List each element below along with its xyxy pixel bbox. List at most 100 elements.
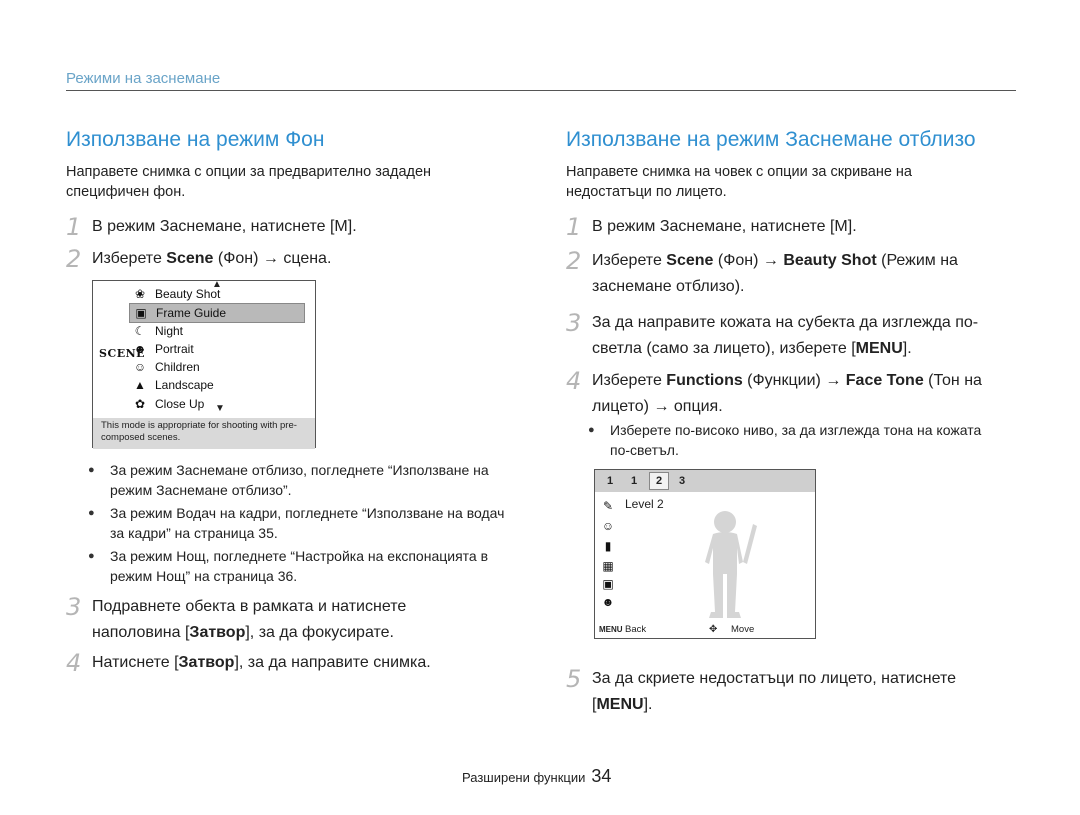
step-text-part: ], за да фокусирате. [245,624,394,641]
step-text: Натиснете [Затвор], за да направите сним… [92,650,431,676]
face-tone-icon[interactable]: ✎ [600,498,616,514]
step-text: Изберете Scene (Фон) → сцена. [92,246,331,272]
left-column: Използване на режим Фон Направете снимка… [66,128,526,676]
menu-item-label: Portrait [155,342,194,356]
face-tone-screen: 1 1 2 3 ✎ Level 2 ☺ ▮ ▦ ▣ ☻ MENU Back ✥ [594,469,816,639]
step-text: В режим Заснемане, натиснете [M]. [92,218,357,235]
right-step-4: 4 Изберете Functions (Функции) → Face To… [566,368,1026,420]
right-step-2: 2 Изберете Scene (Фон) → Beauty Shot (Ре… [566,248,1026,300]
menu-item-children[interactable]: ☺ Children [129,358,303,376]
closeup-icon: ✿ [134,397,146,411]
step-text: За да скриете недостатъци по лицето, нат… [592,666,1012,718]
menu-tab-bar: 1 1 2 3 [595,470,815,492]
back-button[interactable]: Back [625,622,646,638]
tab-camera-3[interactable]: 3 [673,473,691,489]
scene-menu-screen: SCENE ▲ ❀ Beauty Shot ▣ Frame Guide ☾ Ni… [92,279,316,449]
display-icon[interactable]: ▣ [600,576,616,592]
tab-camera-2[interactable]: 2 [649,472,669,490]
step-number: 4 [66,649,82,677]
step-text-part: Изберете [592,252,667,269]
left-title: Използване на режим Фон [66,128,325,151]
step-text-bold: MENU [596,696,644,713]
step-text: Изберете Scene (Фон) → Beauty Shot (Режи… [592,248,1012,300]
level-value: Level 2 [625,497,664,511]
right-step-5: 5 За да скриете недостатъци по лицето, н… [566,666,1026,718]
step-text-part: ]. [902,340,912,357]
step-text-part: Натиснете [ [92,654,179,671]
tab-camera-1[interactable]: 1 [625,473,643,489]
move-dpad-icon: ✥ [709,624,718,635]
step-text-part: (Фон) → сцена. [213,250,332,267]
left-bullets: За режим Заснемане отблизо, погледнете “… [88,460,518,589]
step-text-part: (Функции) → [742,372,846,389]
scroll-down-icon[interactable]: ▼ [215,403,225,414]
step-text-bold: Scene [166,250,214,267]
step-text-part: (Фон) → [713,252,784,269]
bullet-item: За режим Водач на кадри, погледнете “Изп… [88,503,518,543]
focus-icon[interactable]: ▮ [600,538,616,554]
step-text: За да направите кожата на субекта да изг… [592,310,1012,362]
menu-item-night[interactable]: ☾ Night [129,322,303,340]
step-text-bold: MENU [855,340,903,357]
step-text: Изберете Functions (Функции) → Face Tone… [592,368,1016,420]
face-retouch-icon[interactable]: ☺ [600,518,616,534]
step-text-part: За да направите кожата на субекта да изг… [592,314,979,357]
step-text-part: ], за да направите снимка. [234,654,431,671]
step-text-part: Изберете [592,372,667,389]
step-number: 2 [66,245,82,273]
step-number: 1 [66,213,82,241]
step-number: 5 [566,665,582,693]
step-text-bold: Затвор [178,654,235,671]
left-step-2: 2 Изберете Scene (Фон) → сцена. [66,246,526,272]
step-text-bold: Затвор [189,624,246,641]
menu-key-label: MENU [599,625,623,634]
left-step-3: 3 Подравнете обекта в рамката и натиснет… [66,594,526,646]
tab-camera[interactable]: 1 [601,473,619,489]
step-number: 2 [566,247,582,275]
step-text: Подравнете обекта в рамката и натиснете … [92,594,452,646]
landscape-icon: ▲ [134,378,146,392]
bullet-item: За режим Заснемане отблизо, погледнете “… [88,460,518,500]
section-header: Режими на заснемане [66,70,1016,91]
move-hint: Move [731,624,755,635]
frame-guide-icon: ▣ [135,306,147,320]
step-text-bold: Scene [666,252,714,269]
step-number: 4 [566,367,582,395]
step-text-bold: Beauty Shot [783,252,877,269]
iso-icon[interactable]: ▦ [600,558,616,574]
menu-item-label: Frame Guide [156,306,227,320]
right-title: Използване на режим Заснемане отблизо [566,128,976,151]
step-text-part: Изберете [92,250,167,267]
step-text: В режим Заснемане, натиснете [M]. [592,218,857,235]
right-column: Използване на режим Заснемане отблизо На… [566,128,1026,713]
menu-item-label: Night [155,324,184,338]
menu-item-label: Close Up [155,397,205,411]
step-number: 3 [66,593,82,621]
screen-bottom-bar: MENU Back ✥ Move [595,622,815,638]
menu-item-frame-guide[interactable]: ▣ Frame Guide [129,303,305,323]
children-icon: ☺ [133,360,147,374]
bullet-item: За режим Нощ, погледнете “Настройка на е… [88,546,518,586]
step-number: 1 [566,213,582,241]
menu-item-landscape[interactable]: ▲ Landscape [129,376,303,394]
bullet-item: Изберете по-високо ниво, за да изглежда … [588,420,988,460]
portrait-icon: ☻ [133,342,147,356]
footer-label: Разширени функции [462,770,586,785]
left-intro: Направете снимка с опции за предварителн… [66,164,432,200]
step-text-part: ]. [643,696,653,713]
right-step-1: 1 В режим Заснемане, натиснете [M]. [566,214,1026,240]
step-text-bold: Face Tone [845,372,924,389]
menu-item-label: Children [155,360,200,374]
right-step-3: 3 За да направите кожата на субекта да и… [566,310,1026,362]
step-number: 3 [566,309,582,337]
beauty-icon: ❀ [134,287,146,301]
subject-silhouette [705,511,757,618]
left-step-1: 1 В режим Заснемане, натиснете [M]. [66,214,526,240]
face-detect-icon[interactable]: ☻ [600,594,616,610]
right-intro: Направете снимка на човек с опции за скр… [566,164,912,200]
page-number: 34 [591,766,612,786]
menu-item-portrait[interactable]: ☻ Portrait [129,340,303,358]
step-text-bold: Functions [666,372,743,389]
menu-item-beauty-shot[interactable]: ❀ Beauty Shot [129,285,303,303]
mode-description: This mode is appropriate for shooting wi… [93,418,315,449]
